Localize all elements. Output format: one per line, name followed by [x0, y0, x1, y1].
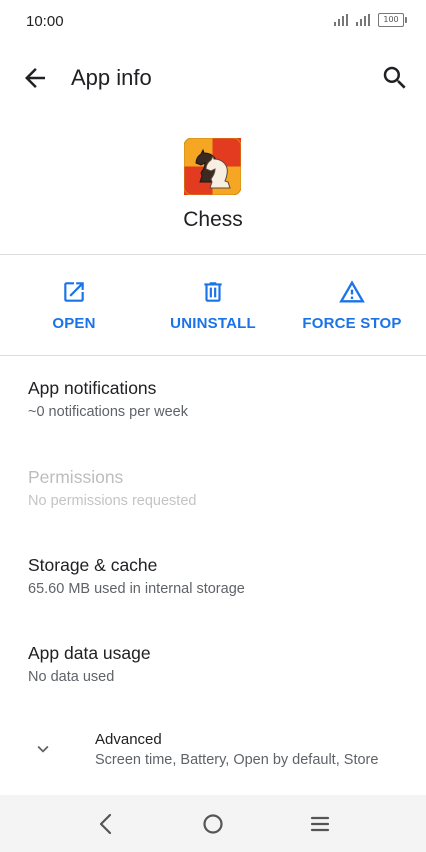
row-title: App notifications [28, 378, 157, 398]
action-buttons: OPEN UNINSTALL FORCE STOP [0, 268, 426, 348]
search-button[interactable] [380, 63, 410, 93]
nav-home-button[interactable] [198, 809, 228, 839]
divider [0, 355, 426, 356]
battery-indicator: 100 [378, 13, 407, 27]
open-external-icon [64, 282, 84, 302]
page-title: App info [71, 65, 152, 90]
advanced-title: Advanced [95, 731, 162, 748]
storage-cache-row[interactable]: Storage & cache 65.60 MB used in interna… [28, 555, 398, 597]
status-bar: 10:00 100 [0, 0, 426, 44]
app-name: Chess [183, 208, 243, 231]
app-bar: App info [0, 50, 426, 106]
open-button[interactable]: OPEN [34, 268, 114, 340]
uninstall-button[interactable]: UNINSTALL [163, 268, 263, 340]
status-icons: 100 [334, 13, 407, 27]
row-subtitle: ~0 notifications per week [28, 404, 188, 420]
advanced-subtitle: Screen time, Battery, Open by default, S… [95, 752, 379, 768]
permissions-row: Permissions No permissions requested [28, 467, 398, 509]
chess-app-icon [183, 137, 242, 196]
signal-icon [334, 14, 348, 26]
divider [0, 254, 426, 255]
nav-back-button[interactable] [91, 809, 121, 839]
row-subtitle: 65.60 MB used in internal storage [28, 581, 245, 597]
row-title: App data usage [28, 643, 151, 663]
status-time: 10:00 [26, 13, 64, 30]
force-stop-label: FORCE STOP [302, 315, 402, 332]
signal-icon-2 [356, 14, 370, 26]
back-arrow-icon [25, 68, 45, 88]
navigation-bar [0, 795, 426, 852]
home-nav-icon [203, 814, 223, 834]
row-subtitle: No permissions requested [28, 493, 197, 509]
force-stop-button[interactable]: FORCE STOP [297, 268, 407, 340]
nav-recents-button[interactable] [305, 809, 335, 839]
warning-icon [339, 280, 365, 303]
chevron-down-icon [37, 745, 49, 753]
trash-icon [204, 282, 222, 302]
row-subtitle: No data used [28, 669, 115, 685]
back-nav-icon [99, 813, 112, 835]
uninstall-label: UNINSTALL [170, 315, 256, 332]
back-button[interactable] [20, 63, 50, 93]
search-icon [383, 66, 406, 89]
open-label: OPEN [52, 315, 96, 332]
app-data-usage-row[interactable]: App data usage No data used [28, 643, 398, 685]
recents-menu-icon [310, 816, 330, 832]
advanced-row[interactable]: Advanced Screen time, Battery, Open by d… [0, 722, 426, 782]
row-title: Permissions [28, 467, 124, 487]
row-title: Storage & cache [28, 555, 158, 575]
app-notifications-row[interactable]: App notifications ~0 notifications per w… [28, 378, 398, 420]
